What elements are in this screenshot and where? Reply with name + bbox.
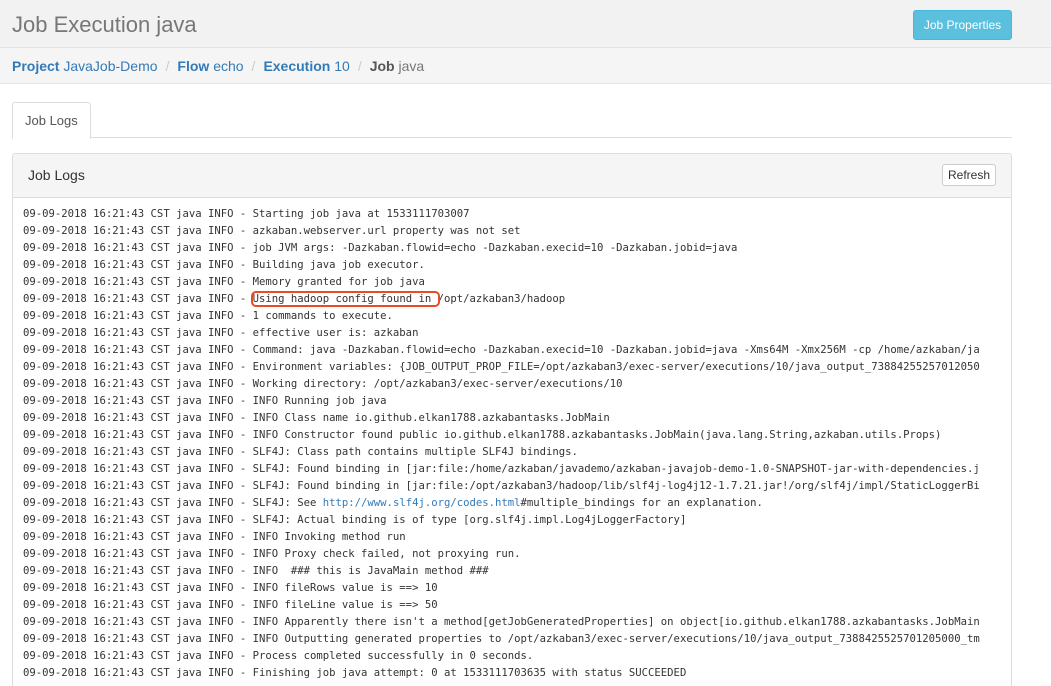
log-line: 09-09-2018 16:21:43 CST java INFO - Memo… (23, 276, 425, 288)
breadcrumb-flow[interactable]: Flow echo (177, 58, 243, 74)
log-line: 09-09-2018 16:21:43 CST java INFO - INFO… (23, 616, 980, 628)
breadcrumb-job: Job java (369, 58, 425, 74)
log-line: 09-09-2018 16:21:43 CST java INFO - effe… (23, 327, 419, 339)
log-line: 09-09-2018 16:21:43 CST java INFO - INFO… (23, 565, 489, 577)
breadcrumb: Project JavaJob-Demo / Flow echo / Execution… (0, 48, 1051, 84)
log-line: 09-09-2018 16:21:43 CST java INFO - INFO… (23, 412, 610, 424)
tab-job-logs[interactable]: Job Logs (12, 102, 91, 139)
page-title: Job Execution java (12, 12, 197, 37)
log-line: 09-09-2018 16:21:43 CST java INFO - INFO… (23, 633, 980, 645)
page-header: Job Execution java Job Properties (0, 0, 1051, 48)
breadcrumb-execution[interactable]: Execution 10 (263, 58, 349, 74)
log-line: 09-09-2018 16:21:43 CST java INFO - SLF4… (23, 480, 980, 492)
log-line: 09-09-2018 16:21:43 CST java INFO - INFO… (23, 531, 406, 543)
log-line: 09-09-2018 16:21:43 CST java INFO - Work… (23, 378, 623, 390)
log-line: 09-09-2018 16:21:43 CST java INFO - Comm… (23, 344, 980, 356)
breadcrumb-project[interactable]: Project JavaJob-Demo (12, 58, 158, 74)
log-line: 09-09-2018 16:21:43 CST java INFO - SLF4… (23, 497, 763, 509)
breadcrumb-separator: / (251, 58, 256, 74)
tab-bar: Job Logs (12, 102, 1012, 139)
breadcrumb-separator: / (357, 58, 362, 74)
log-line: 09-09-2018 16:21:43 CST java INFO - INFO… (23, 599, 438, 611)
log-output: 09-09-2018 16:21:43 CST java INFO - Star… (13, 198, 1011, 682)
log-line: 09-09-2018 16:21:43 CST java INFO - SLF4… (23, 514, 687, 526)
refresh-button[interactable]: Refresh (942, 164, 996, 186)
breadcrumb-separator: / (165, 58, 170, 74)
log-line: 09-09-2018 16:21:43 CST java INFO - INFO… (23, 429, 942, 441)
log-line: 09-09-2018 16:21:43 CST java INFO - Usin… (23, 291, 566, 307)
log-line: 09-09-2018 16:21:43 CST java INFO - job … (23, 242, 738, 254)
log-line: 09-09-2018 16:21:43 CST java INFO - INFO… (23, 548, 521, 560)
panel-heading: Job Logs Refresh (13, 154, 1011, 198)
job-logs-panel: Job Logs Refresh 09-09-2018 16:21:43 CST… (12, 153, 1012, 686)
log-line: 09-09-2018 16:21:43 CST java INFO - Fini… (23, 667, 687, 679)
log-line: 09-09-2018 16:21:43 CST java INFO - 1 co… (23, 310, 393, 322)
log-line: 09-09-2018 16:21:43 CST java INFO - INFO… (23, 395, 387, 407)
log-line: 09-09-2018 16:21:43 CST java INFO - Envi… (23, 361, 980, 373)
log-line: 09-09-2018 16:21:43 CST java INFO - SLF4… (23, 446, 578, 458)
highlighted-text: Using hadoop config found in (250, 291, 440, 307)
job-properties-button[interactable]: Job Properties (913, 10, 1012, 40)
log-line: 09-09-2018 16:21:43 CST java INFO - Star… (23, 208, 470, 220)
log-link[interactable]: http://www.slf4j.org/codes.html (323, 497, 521, 509)
log-line: 09-09-2018 16:21:43 CST java INFO - Buil… (23, 259, 425, 271)
log-line: 09-09-2018 16:21:43 CST java INFO - INFO… (23, 582, 438, 594)
log-line: 09-09-2018 16:21:43 CST java INFO - Proc… (23, 650, 534, 662)
log-line: 09-09-2018 16:21:43 CST java INFO - SLF4… (23, 463, 980, 475)
log-line: 09-09-2018 16:21:43 CST java INFO - azka… (23, 225, 521, 237)
panel-title: Job Logs (28, 167, 85, 183)
